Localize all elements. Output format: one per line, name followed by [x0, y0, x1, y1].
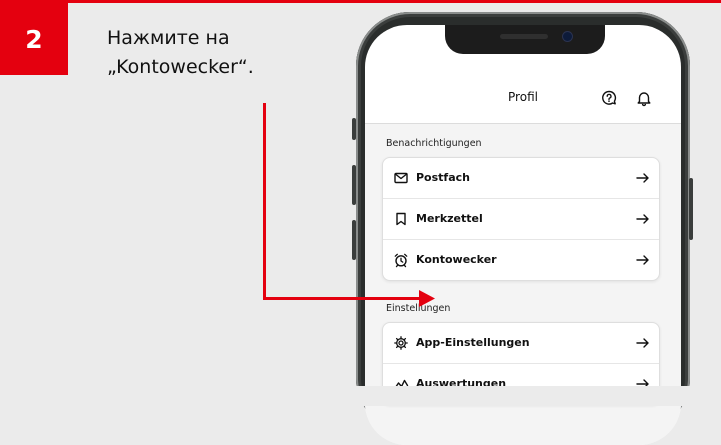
app-header: Profil [365, 73, 681, 124]
mail-icon [394, 172, 408, 184]
list-item-label: App-Einstellungen [416, 336, 530, 349]
top-accent-line [0, 0, 721, 3]
arrow-right-icon [636, 338, 649, 348]
list-item-label: Kontowecker [416, 253, 497, 266]
phone-volume-down-button [352, 220, 356, 260]
phone-volume-up-button [352, 165, 356, 205]
phone-notch [445, 25, 605, 54]
arrow-right-icon [636, 173, 649, 183]
phone-speaker [500, 34, 548, 39]
phone-mute-switch [352, 118, 356, 140]
step-number-badge: 2 [0, 3, 68, 75]
phone-screen: Profil Benachrichtigungen Postfach Merkz… [365, 25, 681, 445]
arrow-right-icon [636, 214, 649, 224]
list-item-label: Postfach [416, 171, 470, 184]
notifications-card: Postfach Merkzettel Kontowecker [382, 157, 660, 281]
pointer-line-horizontal [263, 297, 423, 300]
phone-camera [563, 32, 572, 41]
arrow-right-icon [636, 255, 649, 265]
list-item-label: Merkzettel [416, 212, 483, 225]
pointer-arrowhead-icon [419, 290, 435, 307]
instruction-line-1: Нажмите на [107, 27, 230, 49]
list-item-postfach[interactable]: Postfach [383, 158, 659, 199]
help-icon[interactable] [596, 85, 622, 111]
list-item-merkzettel[interactable]: Merkzettel [383, 199, 659, 240]
instruction-line-2: „Kontowecker“. [107, 56, 254, 78]
page-bottom-band [0, 386, 721, 406]
bell-icon[interactable] [631, 85, 657, 111]
gear-icon [394, 336, 408, 350]
bookmark-icon [396, 212, 406, 226]
alarm-clock-icon [394, 253, 408, 268]
list-item-app-einstellungen[interactable]: App-Einstellungen [383, 323, 659, 364]
section-title-benachrichtigungen: Benachrichtigungen [386, 138, 482, 149]
instruction-text: Нажмите на „Kontowecker“. [107, 24, 317, 82]
phone-power-button [689, 178, 693, 240]
list-item-kontowecker[interactable]: Kontowecker [383, 240, 659, 280]
pointer-line-vertical [263, 103, 266, 300]
